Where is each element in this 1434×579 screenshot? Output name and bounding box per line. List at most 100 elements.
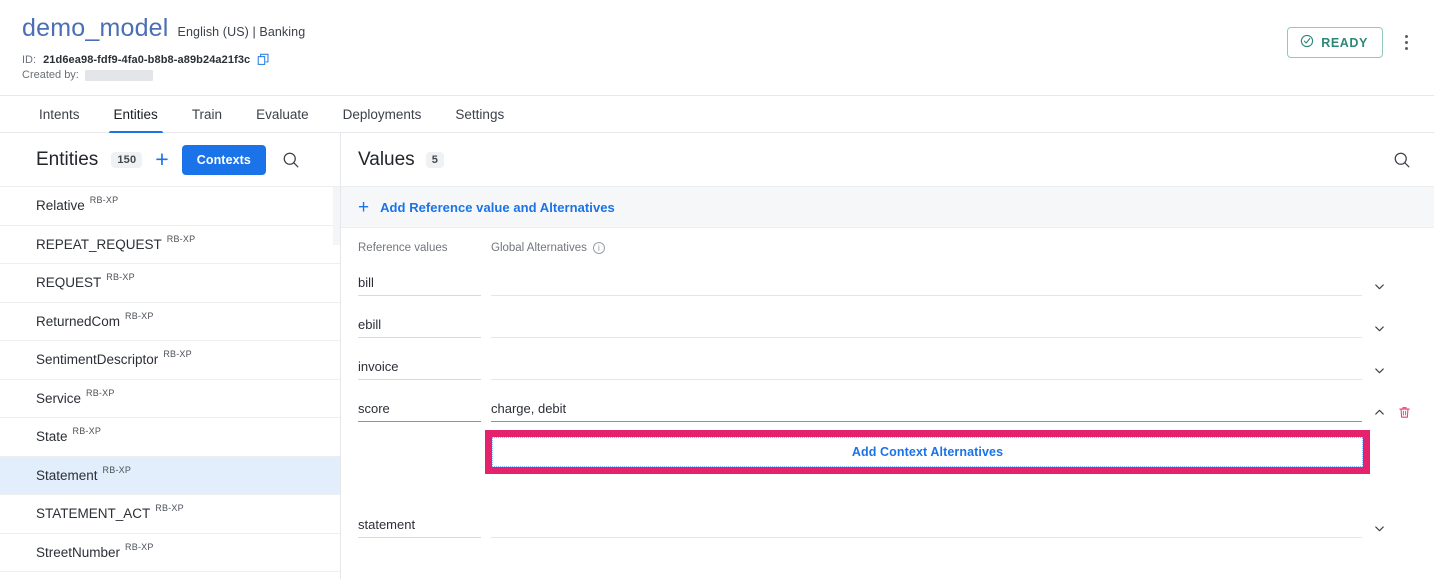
trash-icon[interactable]	[1397, 405, 1412, 420]
entity-list-item[interactable]: Service RB-XP	[0, 380, 340, 418]
entities-list[interactable]: Relative RB-XP REPEAT_REQUEST RB-XP REQUEST R…	[0, 187, 340, 579]
model-id-row: ID: 21d6ea98-fdf9-4fa0-b8b8-a89b24a21f3c	[22, 53, 1412, 66]
created-by-label: Created by:	[22, 69, 79, 81]
entity-name: SentimentDescriptor	[36, 352, 159, 368]
search-icon[interactable]	[281, 150, 301, 170]
entity-type-tag: RB-XP	[106, 272, 135, 282]
global-alternatives-input[interactable]	[491, 276, 1362, 296]
entities-panel-header: Entities 150 + Contexts	[0, 133, 340, 187]
tab-label: Entities	[113, 106, 158, 122]
value-row-actions	[1372, 279, 1434, 296]
value-row: statement	[341, 496, 1434, 538]
values-column-headers: Reference values Global Alternatives i	[341, 228, 1434, 254]
value-row: ebill	[341, 296, 1434, 338]
global-alternatives-input[interactable]	[491, 318, 1362, 338]
values-rows-container: bill ebill invoice score charge, debit Add Co…	[341, 254, 1434, 579]
entity-type-tag: RB-XP	[86, 387, 115, 398]
entity-list-item[interactable]: State RB-XP	[0, 418, 340, 457]
global-alternatives-input[interactable]: charge, debit	[491, 401, 1362, 422]
tab-settings[interactable]: Settings	[438, 96, 521, 132]
reference-value-input[interactable]: ebill	[358, 317, 481, 338]
more-vertical-icon[interactable]	[1396, 30, 1416, 56]
chevron-down-icon[interactable]	[1372, 279, 1387, 294]
global-alternatives-input[interactable]	[491, 360, 1362, 380]
main-tabs: Intents Entities Train Evaluate Deployme…	[0, 95, 1434, 133]
created-by-row: Created by:	[22, 69, 1412, 81]
entity-list-item[interactable]: SentimentDescriptor RB-XP	[0, 341, 340, 380]
entity-name: ReturnedCom	[36, 313, 121, 329]
reference-value-input[interactable]: invoice	[358, 359, 481, 380]
value-row-actions	[1372, 405, 1434, 422]
entities-count-badge: 150	[111, 151, 143, 168]
chevron-down-icon[interactable]	[1372, 363, 1387, 378]
column-header-global-alternatives-label: Global Alternatives	[491, 242, 587, 254]
value-row: score charge, debit	[341, 380, 1434, 422]
plus-icon: +	[358, 196, 370, 218]
plus-icon[interactable]: +	[155, 148, 168, 171]
value-row: bill	[341, 254, 1434, 296]
entity-name: REQUEST	[36, 275, 102, 291]
reference-value-input[interactable]: bill	[358, 275, 481, 296]
info-icon[interactable]: i	[592, 242, 605, 254]
model-id-value: 21d6ea98-fdf9-4fa0-b8b8-a89b24a21f3c	[43, 53, 251, 66]
chevron-down-icon[interactable]	[1372, 321, 1387, 336]
column-header-reference-values: Reference values	[358, 242, 448, 254]
chevron-down-icon[interactable]	[1372, 521, 1387, 536]
entity-name: REPEAT_REQUEST	[36, 236, 162, 252]
entity-type-tag: RB-XP	[125, 541, 154, 552]
reference-value-input[interactable]: score	[358, 401, 481, 422]
add-context-alternatives-label: Add Context Alternatives	[851, 445, 1004, 459]
entity-list-item[interactable]: StreetNumber RB-XP	[0, 534, 340, 572]
contexts-button[interactable]: Contexts	[181, 144, 266, 175]
column-header-global-alternatives: Global Alternatives i	[491, 242, 605, 254]
entity-type-tag: RB-XP	[72, 426, 102, 436]
tab-train[interactable]: Train	[175, 96, 239, 132]
entity-name: State	[36, 429, 68, 445]
entity-list-item[interactable]: Relative RB-XP	[0, 187, 340, 226]
chevron-up-icon[interactable]	[1372, 405, 1387, 420]
model-locale-domain: English (US) | Banking	[177, 25, 306, 39]
global-alternatives-input[interactable]	[491, 518, 1362, 538]
add-context-alternatives-highlight: Add Context Alternatives	[485, 430, 1370, 474]
entity-list-item[interactable]: ReturnedCom RB-XP	[0, 303, 340, 341]
content-area: Entities 150 + Contexts Relative RB-XP REP…	[0, 133, 1434, 579]
kebab-dot	[1404, 41, 1408, 44]
value-row-actions	[1372, 363, 1434, 380]
values-panel-header: Values 5	[341, 133, 1434, 187]
tab-evaluate[interactable]: Evaluate	[239, 96, 326, 132]
add-context-alternatives-button[interactable]: Add Context Alternatives	[492, 437, 1363, 467]
values-count-badge: 5	[425, 151, 445, 168]
status-badge[interactable]: READY	[1287, 27, 1383, 58]
copy-icon[interactable]	[257, 53, 270, 66]
reference-value-input[interactable]: statement	[358, 517, 481, 538]
entity-type-tag: RB-XP	[125, 310, 154, 321]
entity-name: Service	[36, 390, 82, 406]
add-reference-value-button[interactable]: + Add Reference value and Alternatives	[341, 187, 1434, 228]
entity-type-tag: RB-XP	[155, 503, 184, 513]
row-spacer	[341, 474, 1434, 496]
kebab-dot	[1404, 47, 1408, 50]
entity-name: Relative	[36, 198, 85, 214]
entity-list-item[interactable]: STATEMENT_ACT RB-XP	[0, 495, 340, 534]
tab-label: Train	[191, 106, 223, 122]
tab-intents[interactable]: Intents	[22, 96, 97, 132]
model-id-label: ID:	[22, 53, 37, 66]
tab-label: Intents	[39, 106, 80, 122]
tab-deployments[interactable]: Deployments	[326, 96, 439, 132]
title-row: demo_model English (US) | Banking	[22, 14, 1412, 43]
entity-name: StreetNumber	[36, 544, 121, 560]
search-icon[interactable]	[1392, 150, 1412, 170]
entity-name: STATEMENT_ACT	[36, 506, 151, 522]
entity-list-item[interactable]: Statement RB-XP	[0, 456, 340, 495]
entity-type-tag: RB-XP	[102, 464, 132, 475]
entity-list-item[interactable]: REQUEST RB-XP	[0, 264, 340, 303]
add-reference-value-label: Add Reference value and Alternatives	[380, 199, 615, 215]
tab-label: Evaluate	[256, 106, 309, 122]
entity-list-item[interactable]: REPEAT_REQUEST RB-XP	[0, 226, 340, 264]
entities-title: Entities	[36, 148, 99, 170]
entities-list-scrollbar[interactable]	[333, 187, 340, 245]
entity-type-tag: RB-XP	[89, 195, 119, 205]
value-row-actions	[1372, 521, 1434, 538]
values-title: Values	[358, 148, 415, 170]
tab-entities[interactable]: Entities	[97, 96, 175, 133]
